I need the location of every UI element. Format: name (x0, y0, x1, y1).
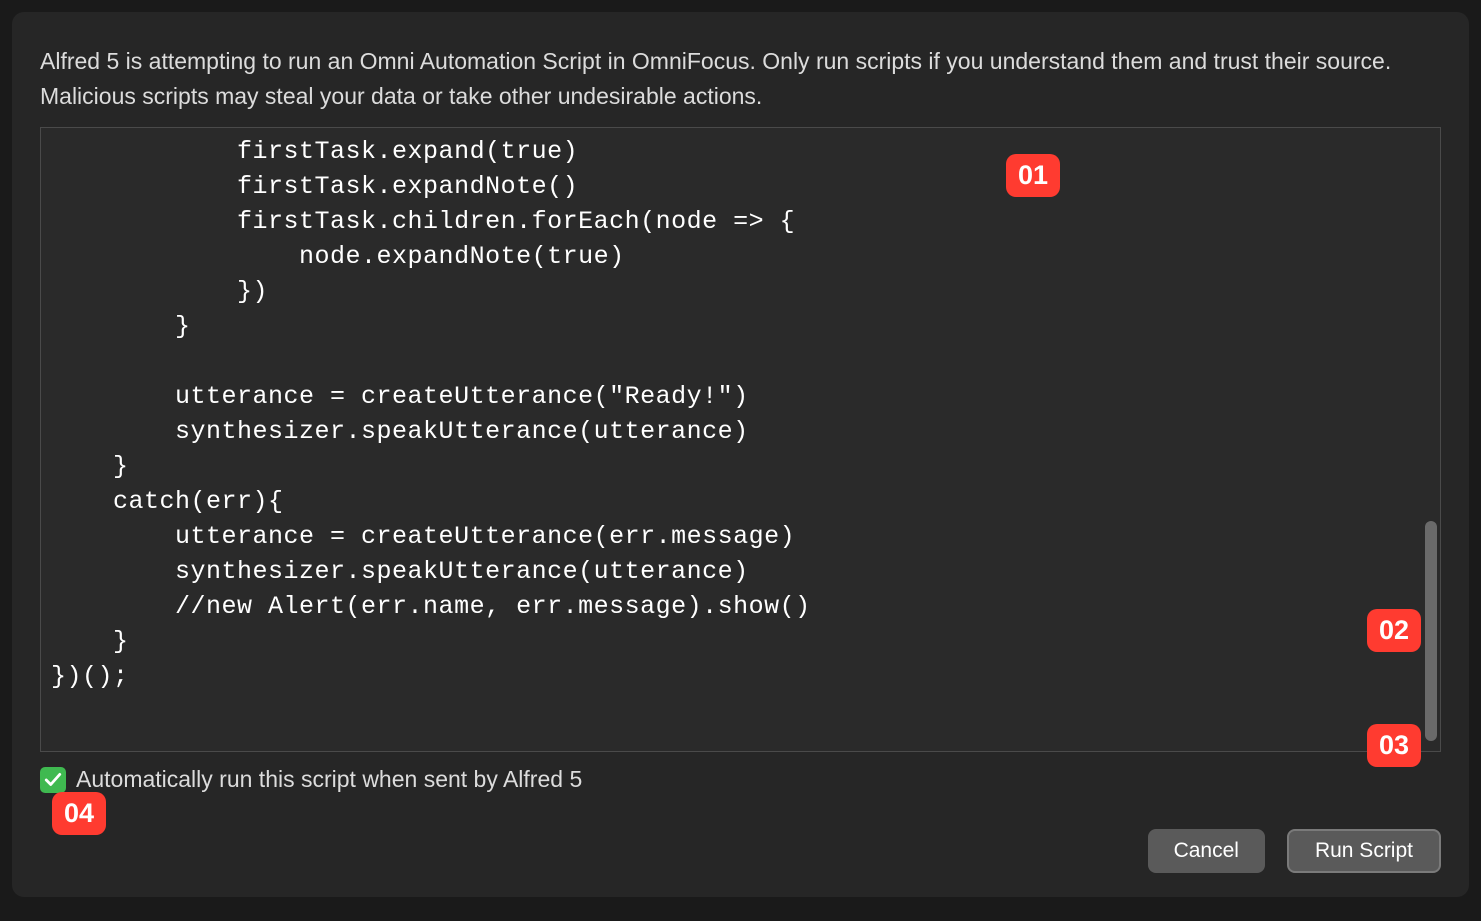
script-code: firstTask.expand(true) firstTask.expandN… (41, 128, 1440, 700)
check-icon (44, 771, 62, 789)
auto-run-label: Automatically run this script when sent … (76, 766, 582, 793)
scrollbar-track (1425, 138, 1437, 741)
dialog-buttons: Cancel Run Script (40, 829, 1441, 873)
script-permission-dialog: Alfred 5 is attempting to run an Omni Au… (12, 12, 1469, 897)
run-script-button[interactable]: Run Script (1287, 829, 1441, 873)
warning-text: Alfred 5 is attempting to run an Omni Au… (40, 44, 1441, 113)
annotation-badge-04: 04 (52, 792, 106, 835)
scrollbar-thumb[interactable] (1425, 521, 1437, 741)
auto-run-checkbox[interactable] (40, 767, 66, 793)
cancel-button[interactable]: Cancel (1148, 829, 1265, 873)
script-code-viewer[interactable]: firstTask.expand(true) firstTask.expandN… (40, 127, 1441, 752)
annotation-badge-01: 01 (1006, 154, 1060, 197)
auto-run-row: Automatically run this script when sent … (40, 766, 1441, 793)
annotation-badge-02: 02 (1367, 609, 1421, 652)
annotation-badge-03: 03 (1367, 724, 1421, 767)
